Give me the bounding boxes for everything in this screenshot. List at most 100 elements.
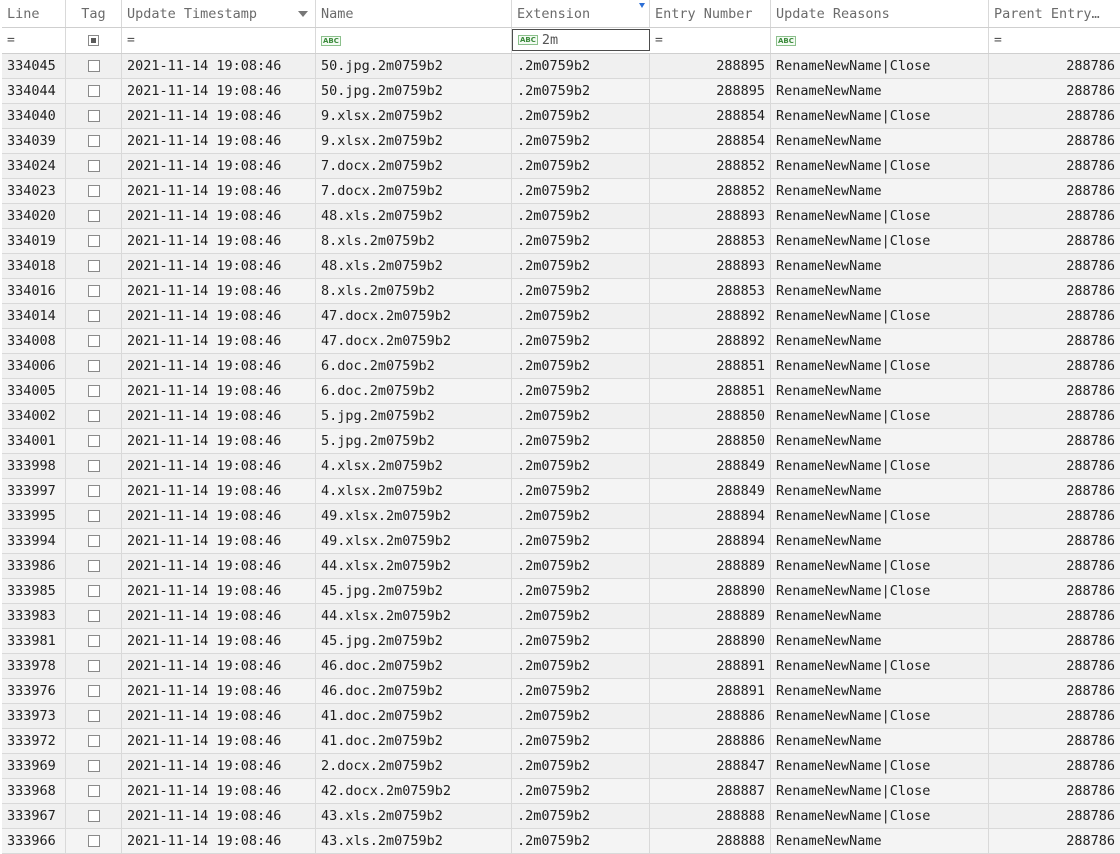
- cell-extension[interactable]: .2m0759b2: [512, 829, 650, 853]
- cell-update-timestamp[interactable]: 2021-11-14 19:08:46: [122, 254, 316, 278]
- cell-name[interactable]: 48.xls.2m0759b2: [316, 204, 512, 228]
- cell-line[interactable]: 333978: [2, 654, 66, 678]
- cell-parent-entry[interactable]: 288786: [989, 754, 1120, 778]
- cell-tag[interactable]: [66, 579, 122, 603]
- filter-parent-entry[interactable]: =: [989, 28, 1120, 53]
- cell-extension[interactable]: .2m0759b2: [512, 529, 650, 553]
- cell-parent-entry[interactable]: 288786: [989, 454, 1120, 478]
- cell-extension[interactable]: .2m0759b2: [512, 354, 650, 378]
- column-header-tag[interactable]: Tag: [66, 0, 122, 27]
- tag-checkbox[interactable]: [87, 110, 100, 122]
- cell-name[interactable]: 49.xlsx.2m0759b2: [316, 529, 512, 553]
- cell-extension[interactable]: .2m0759b2: [512, 629, 650, 653]
- cell-name[interactable]: 47.docx.2m0759b2: [316, 329, 512, 353]
- tag-checkbox[interactable]: [87, 460, 100, 472]
- tag-checkbox[interactable]: [87, 410, 100, 422]
- cell-update-timestamp[interactable]: 2021-11-14 19:08:46: [122, 554, 316, 578]
- cell-entry-number[interactable]: 288849: [650, 479, 771, 503]
- cell-name[interactable]: 46.doc.2m0759b2: [316, 654, 512, 678]
- table-row[interactable]: 334016 2021-11-14 19:08:46 8.xls.2m0759b2.…: [2, 279, 1120, 304]
- filter-tag[interactable]: [66, 28, 122, 53]
- cell-entry-number[interactable]: 288886: [650, 704, 771, 728]
- cell-line[interactable]: 334023: [2, 179, 66, 203]
- column-header-update-reasons[interactable]: Update Reasons: [771, 0, 989, 27]
- cell-line[interactable]: 333998: [2, 454, 66, 478]
- cell-tag[interactable]: [66, 779, 122, 803]
- cell-update-reasons[interactable]: RenameNewName|Close: [771, 404, 989, 428]
- cell-extension[interactable]: .2m0759b2: [512, 454, 650, 478]
- cell-update-reasons[interactable]: RenameNewName: [771, 279, 989, 303]
- cell-extension[interactable]: .2m0759b2: [512, 604, 650, 628]
- cell-parent-entry[interactable]: 288786: [989, 679, 1120, 703]
- table-row[interactable]: 333994 2021-11-14 19:08:46 49.xlsx.2m0759b…: [2, 529, 1120, 554]
- cell-parent-entry[interactable]: 288786: [989, 479, 1120, 503]
- tag-checkbox[interactable]: [87, 360, 100, 372]
- cell-parent-entry[interactable]: 288786: [989, 604, 1120, 628]
- cell-extension[interactable]: .2m0759b2: [512, 204, 650, 228]
- cell-update-reasons[interactable]: RenameNewName: [771, 629, 989, 653]
- table-row[interactable]: 333968 2021-11-14 19:08:46 42.docx.2m0759b…: [2, 779, 1120, 804]
- cell-update-reasons[interactable]: RenameNewName|Close: [771, 154, 989, 178]
- cell-tag[interactable]: [66, 254, 122, 278]
- cell-extension[interactable]: .2m0759b2: [512, 504, 650, 528]
- cell-update-timestamp[interactable]: 2021-11-14 19:08:46: [122, 479, 316, 503]
- cell-entry-number[interactable]: 288854: [650, 104, 771, 128]
- tag-checkbox[interactable]: [87, 185, 100, 197]
- cell-line[interactable]: 333983: [2, 604, 66, 628]
- cell-update-timestamp[interactable]: 2021-11-14 19:08:46: [122, 179, 316, 203]
- filter-extension-input[interactable]: ABC 2m: [512, 29, 650, 51]
- cell-entry-number[interactable]: 288891: [650, 654, 771, 678]
- tag-checkbox[interactable]: [87, 685, 100, 697]
- cell-name[interactable]: 7.docx.2m0759b2: [316, 154, 512, 178]
- cell-name[interactable]: 49.xlsx.2m0759b2: [316, 504, 512, 528]
- cell-line[interactable]: 333969: [2, 754, 66, 778]
- cell-tag[interactable]: [66, 204, 122, 228]
- table-row[interactable]: 334039 2021-11-14 19:08:46 9.xlsx.2m0759b2…: [2, 129, 1120, 154]
- cell-tag[interactable]: [66, 604, 122, 628]
- cell-line[interactable]: 333997: [2, 479, 66, 503]
- table-row[interactable]: 334040 2021-11-14 19:08:46 9.xlsx.2m0759b2…: [2, 104, 1120, 129]
- cell-parent-entry[interactable]: 288786: [989, 179, 1120, 203]
- cell-parent-entry[interactable]: 288786: [989, 354, 1120, 378]
- cell-extension[interactable]: .2m0759b2: [512, 129, 650, 153]
- cell-update-reasons[interactable]: RenameNewName|Close: [771, 54, 989, 78]
- cell-line[interactable]: 333972: [2, 729, 66, 753]
- column-header-extension[interactable]: Extension: [512, 0, 650, 27]
- cell-entry-number[interactable]: 288893: [650, 254, 771, 278]
- cell-extension[interactable]: .2m0759b2: [512, 654, 650, 678]
- cell-tag[interactable]: [66, 179, 122, 203]
- cell-update-timestamp[interactable]: 2021-11-14 19:08:46: [122, 704, 316, 728]
- cell-entry-number[interactable]: 288890: [650, 629, 771, 653]
- cell-update-timestamp[interactable]: 2021-11-14 19:08:46: [122, 829, 316, 853]
- cell-line[interactable]: 334006: [2, 354, 66, 378]
- tag-checkbox[interactable]: [87, 585, 100, 597]
- cell-line[interactable]: 334040: [2, 104, 66, 128]
- cell-name[interactable]: 6.doc.2m0759b2: [316, 354, 512, 378]
- cell-update-timestamp[interactable]: 2021-11-14 19:08:46: [122, 204, 316, 228]
- cell-update-timestamp[interactable]: 2021-11-14 19:08:46: [122, 529, 316, 553]
- cell-extension[interactable]: .2m0759b2: [512, 579, 650, 603]
- cell-update-reasons[interactable]: RenameNewName|Close: [771, 779, 989, 803]
- cell-line[interactable]: 334039: [2, 129, 66, 153]
- cell-extension[interactable]: .2m0759b2: [512, 729, 650, 753]
- cell-entry-number[interactable]: 288849: [650, 454, 771, 478]
- cell-update-reasons[interactable]: RenameNewName|Close: [771, 354, 989, 378]
- cell-parent-entry[interactable]: 288786: [989, 404, 1120, 428]
- cell-line[interactable]: 334001: [2, 429, 66, 453]
- cell-name[interactable]: 41.doc.2m0759b2: [316, 704, 512, 728]
- table-row[interactable]: 333966 2021-11-14 19:08:46 43.xls.2m0759b2…: [2, 829, 1120, 854]
- cell-name[interactable]: 5.jpg.2m0759b2: [316, 429, 512, 453]
- cell-extension[interactable]: .2m0759b2: [512, 304, 650, 328]
- cell-extension[interactable]: .2m0759b2: [512, 329, 650, 353]
- cell-update-timestamp[interactable]: 2021-11-14 19:08:46: [122, 504, 316, 528]
- cell-line[interactable]: 334016: [2, 279, 66, 303]
- cell-update-timestamp[interactable]: 2021-11-14 19:08:46: [122, 454, 316, 478]
- cell-tag[interactable]: [66, 554, 122, 578]
- cell-name[interactable]: 45.jpg.2m0759b2: [316, 629, 512, 653]
- cell-line[interactable]: 334008: [2, 329, 66, 353]
- cell-entry-number[interactable]: 288887: [650, 779, 771, 803]
- cell-update-timestamp[interactable]: 2021-11-14 19:08:46: [122, 104, 316, 128]
- cell-line[interactable]: 333968: [2, 779, 66, 803]
- cell-parent-entry[interactable]: 288786: [989, 804, 1120, 828]
- tag-checkbox[interactable]: [87, 85, 100, 97]
